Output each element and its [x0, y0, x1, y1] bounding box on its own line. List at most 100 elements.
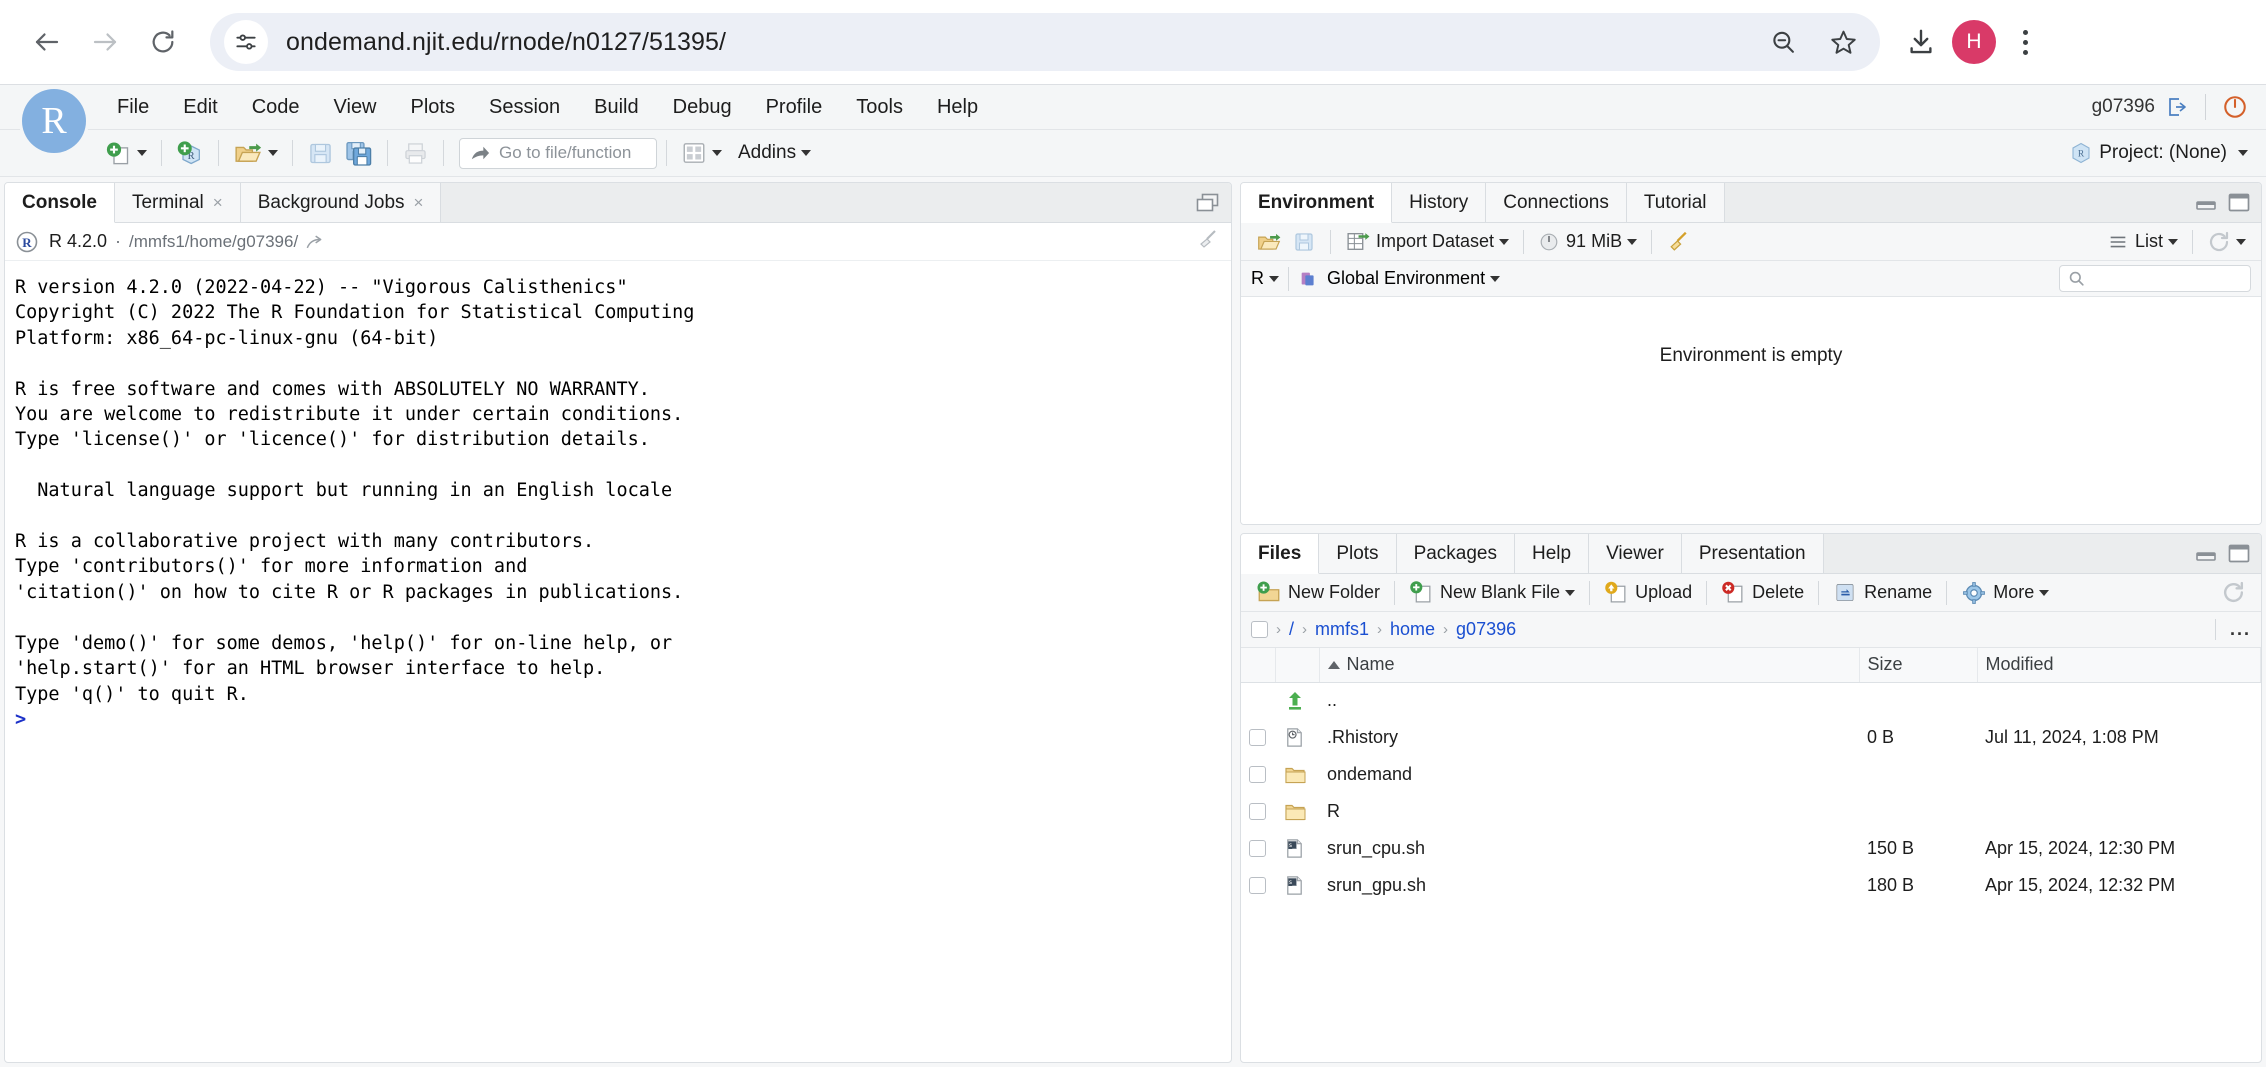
menu-build[interactable]: Build — [577, 92, 655, 123]
tab-plots[interactable]: Plots — [1319, 534, 1397, 573]
chevron-down-icon[interactable] — [2238, 150, 2248, 156]
open-in-new-icon[interactable] — [304, 232, 324, 252]
upload-button[interactable]: Upload — [1599, 578, 1697, 608]
table-row[interactable]: .Rhistory 0 B Jul 11, 2024, 1:08 PM — [1241, 719, 2261, 756]
bookmark-button[interactable] — [1818, 17, 1868, 67]
menu-plots[interactable]: Plots — [394, 92, 472, 123]
list-view-button[interactable]: List — [2102, 227, 2183, 257]
delete-button[interactable]: Delete — [1716, 578, 1809, 608]
row-name[interactable]: R — [1319, 793, 1859, 830]
breadcrumb-overflow[interactable]: ... — [2214, 619, 2251, 640]
chevron-down-icon[interactable] — [1499, 238, 1510, 245]
zoom-out-button[interactable] — [1758, 17, 1808, 67]
console-prompt[interactable]: > — [15, 709, 26, 730]
breadcrumb-root[interactable]: / — [1289, 619, 1294, 640]
table-row[interactable]: .. — [1241, 682, 2261, 719]
site-info-button[interactable] — [224, 20, 268, 64]
breadcrumb-home[interactable]: home — [1390, 619, 1435, 640]
chevron-down-icon[interactable] — [1269, 275, 1279, 282]
chevron-down-icon[interactable] — [2236, 238, 2246, 245]
browser-menu-button[interactable] — [2002, 16, 2048, 68]
tab-environment[interactable]: Environment — [1241, 183, 1393, 223]
tab-viewer[interactable]: Viewer — [1589, 534, 1682, 573]
addins-button[interactable]: Addins — [727, 135, 816, 171]
tab-packages[interactable]: Packages — [1396, 534, 1516, 573]
chevron-down-icon[interactable] — [268, 150, 278, 156]
downloads-button[interactable] — [1896, 17, 1946, 67]
breadcrumb-mmfs1[interactable]: mmfs1 — [1315, 619, 1369, 640]
menu-session[interactable]: Session — [472, 92, 577, 123]
minimize-pane-icon[interactable] — [2195, 544, 2217, 564]
project-label[interactable]: Project: (None) — [2099, 142, 2227, 164]
rename-button[interactable]: Rename — [1828, 578, 1937, 608]
files-header-size[interactable]: Size — [1859, 648, 1978, 683]
menu-tools[interactable]: Tools — [839, 92, 920, 123]
environment-search-input[interactable] — [2059, 265, 2251, 292]
tab-console[interactable]: Console — [5, 183, 115, 223]
maximize-pane-icon[interactable] — [2227, 192, 2251, 214]
language-selector-label[interactable]: R — [1251, 268, 1264, 289]
goto-file-function-input[interactable]: Go to file/function — [459, 137, 657, 169]
restore-pane-icon[interactable] — [1195, 192, 1221, 214]
chevron-down-icon[interactable] — [2168, 238, 2178, 245]
tab-files[interactable]: Files — [1241, 534, 1320, 574]
row-checkbox[interactable] — [1249, 840, 1266, 857]
menu-file[interactable]: File — [100, 92, 166, 123]
row-checkbox[interactable] — [1249, 766, 1266, 783]
table-row[interactable]: s_ srun_cpu.sh 150 B Apr 15, 2024, 12:30… — [1241, 830, 2261, 867]
files-header-modified[interactable]: Modified — [1977, 648, 2261, 683]
row-name[interactable]: srun_cpu.sh — [1319, 830, 1859, 867]
row-name[interactable]: .. — [1319, 682, 1859, 719]
new-blank-file-button[interactable]: New Blank File — [1404, 578, 1580, 608]
save-workspace-button[interactable] — [1287, 227, 1321, 257]
menu-view[interactable]: View — [317, 92, 394, 123]
tab-connections[interactable]: Connections — [1486, 183, 1627, 222]
tab-terminal[interactable]: Terminal × — [114, 183, 241, 222]
tab-presentation[interactable]: Presentation — [1681, 534, 1824, 573]
save-all-button[interactable] — [339, 135, 378, 171]
table-row[interactable]: s_ srun_gpu.sh 180 B Apr 15, 2024, 12:32… — [1241, 867, 2261, 904]
maximize-pane-icon[interactable] — [2227, 543, 2251, 565]
save-button[interactable] — [302, 135, 339, 171]
row-checkbox[interactable] — [1249, 877, 1266, 894]
menu-help[interactable]: Help — [920, 92, 995, 123]
refresh-environment-button[interactable] — [2202, 227, 2251, 257]
menu-code[interactable]: Code — [235, 92, 317, 123]
chevron-down-icon[interactable] — [137, 150, 147, 156]
table-row[interactable]: R — [1241, 793, 2261, 830]
row-checkbox[interactable] — [1249, 729, 1266, 746]
files-header-name[interactable]: Name — [1319, 648, 1860, 683]
tab-background-jobs[interactable]: Background Jobs × — [240, 183, 442, 222]
table-row[interactable]: ondemand — [1241, 756, 2261, 793]
new-file-button[interactable] — [100, 135, 152, 171]
memory-usage-button[interactable]: 91 MiB — [1533, 227, 1642, 257]
tab-help[interactable]: Help — [1515, 534, 1590, 573]
profile-avatar[interactable]: H — [1952, 20, 1996, 64]
chevron-down-icon[interactable] — [1627, 238, 1638, 245]
clear-objects-button[interactable] — [1661, 227, 1696, 257]
chevron-down-icon[interactable] — [1490, 275, 1501, 282]
back-button[interactable] — [18, 13, 76, 71]
global-environment-label[interactable]: Global Environment — [1327, 268, 1485, 289]
chevron-down-icon[interactable] — [712, 150, 722, 156]
url-text[interactable]: ondemand.njit.edu/rnode/n0127/51395/ — [286, 28, 726, 57]
row-checkbox[interactable] — [1249, 803, 1266, 820]
row-name[interactable]: srun_gpu.sh — [1319, 867, 1859, 904]
sign-out-icon[interactable] — [2165, 95, 2189, 119]
refresh-files-button[interactable] — [2216, 578, 2251, 608]
row-name[interactable]: ondemand — [1319, 756, 1859, 793]
menu-debug[interactable]: Debug — [656, 92, 749, 123]
close-icon[interactable]: × — [213, 193, 223, 213]
tab-tutorial[interactable]: Tutorial — [1626, 183, 1725, 222]
console-output[interactable]: R version 4.2.0 (2022-04-22) -- "Vigorou… — [5, 261, 1231, 732]
more-button[interactable]: More — [1956, 578, 2054, 608]
select-all-checkbox[interactable] — [1251, 621, 1268, 638]
new-project-button[interactable]: R — [171, 135, 209, 171]
breadcrumb-g07396[interactable]: g07396 — [1456, 619, 1516, 640]
chevron-down-icon[interactable] — [1565, 589, 1576, 596]
tab-history[interactable]: History — [1392, 183, 1487, 222]
close-icon[interactable]: × — [414, 193, 424, 213]
forward-button[interactable] — [76, 13, 134, 71]
workspace-panes-button[interactable] — [676, 135, 727, 171]
menu-profile[interactable]: Profile — [749, 92, 840, 123]
